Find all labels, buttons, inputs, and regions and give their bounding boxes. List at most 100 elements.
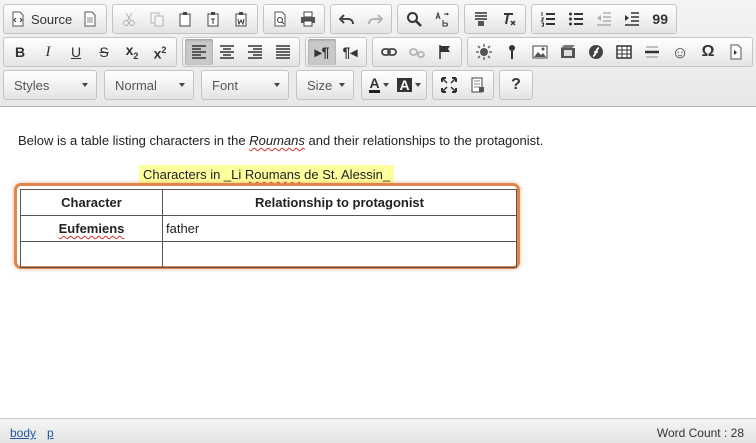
intro-text-end: and their relationships to the protagoni…	[304, 133, 544, 148]
undo-button[interactable]	[333, 6, 361, 32]
table-cell-text: Eufemiens	[58, 221, 125, 236]
show-blocks-button[interactable]	[463, 72, 491, 98]
help-icon: ?	[511, 76, 521, 93]
new-page-button[interactable]	[76, 6, 104, 32]
image-button[interactable]	[526, 39, 554, 65]
table-header-row: Character Relationship to protagonist	[20, 189, 517, 216]
justify-button[interactable]	[269, 39, 297, 65]
horizontal-rule-button[interactable]	[638, 39, 666, 65]
word-count: Word Count : 28	[656, 426, 744, 440]
characters-table[interactable]: Character Relationship to protagonist Eu…	[20, 189, 517, 268]
element-path-p[interactable]: p	[47, 426, 54, 440]
superscript-button[interactable]: x2	[146, 39, 174, 65]
italic-button[interactable]: I	[34, 39, 62, 65]
find-button[interactable]	[400, 6, 428, 32]
styles-dropdown-value: Styles	[14, 77, 50, 93]
text-direction-rtl-button[interactable]: ¶◂	[336, 39, 364, 65]
placeholder-button[interactable]	[498, 39, 526, 65]
table-cell[interactable]	[20, 241, 163, 268]
align-right-button[interactable]	[241, 39, 269, 65]
align-left-button[interactable]	[185, 39, 213, 65]
copy-button[interactable]	[143, 6, 171, 32]
smiley-button[interactable]: ☺	[666, 39, 694, 65]
indent-button[interactable]	[618, 6, 646, 32]
table-caption[interactable]: Characters in _Li Roumans de St. Alessin…	[139, 165, 395, 185]
format-dropdown[interactable]: Normal	[104, 70, 194, 100]
indent-icon	[625, 12, 640, 26]
subscript-icon: x2	[126, 43, 139, 61]
scissors-icon	[123, 12, 136, 26]
replace-icon	[435, 11, 450, 27]
toolbar-group-align	[182, 37, 300, 67]
size-dropdown-value: Size	[307, 77, 333, 93]
help-button[interactable]: ?	[502, 72, 530, 98]
clipboard-icon	[179, 12, 191, 27]
chevron-down-icon	[339, 83, 345, 87]
table-header-cell[interactable]: Character	[20, 189, 163, 216]
toolbar-row-2: B I U S x2 x2 ▸¶ ¶◂ ☺ Ω	[3, 37, 756, 67]
text-direction-ltr-button[interactable]: ▸¶	[308, 39, 336, 65]
remove-format-button[interactable]	[495, 6, 523, 32]
font-dropdown[interactable]: Font	[201, 70, 289, 100]
editor-content-area[interactable]: Below is a table listing characters in t…	[0, 108, 756, 418]
flash-object-button[interactable]	[582, 39, 610, 65]
ltr-mark: ¶	[321, 44, 330, 60]
image-icon	[532, 45, 548, 59]
chevron-down-icon	[382, 83, 389, 87]
preview-icon	[274, 11, 286, 27]
table-header-cell[interactable]: Relationship to protagonist	[162, 189, 517, 216]
align-right-icon	[248, 45, 262, 59]
strikethrough-button[interactable]: S	[90, 39, 118, 65]
quote-icon: 99	[652, 11, 668, 27]
size-dropdown[interactable]: Size	[296, 70, 354, 100]
background-color-button[interactable]: A	[394, 72, 424, 98]
editor-toolbar: Source 99 B I U S x2 x2 ▸¶ ¶◂ ☺ Ω Styles…	[0, 0, 756, 107]
numbered-list-icon	[540, 12, 556, 27]
cut-button[interactable]	[115, 6, 143, 32]
intro-paragraph[interactable]: Below is a table listing characters in t…	[18, 133, 543, 148]
replace-button[interactable]	[428, 6, 456, 32]
paste-text-icon	[207, 12, 219, 27]
printer-icon	[301, 11, 316, 27]
table-cell[interactable]: Eufemiens	[20, 215, 163, 242]
omega-icon: Ω	[701, 43, 715, 60]
anchor-button[interactable]	[431, 39, 459, 65]
paste-text-button[interactable]	[199, 6, 227, 32]
intro-text-start: Below is a table listing characters in t…	[18, 133, 250, 148]
flash-button[interactable]	[554, 39, 582, 65]
link-button[interactable]	[375, 39, 403, 65]
paste-word-button[interactable]	[227, 6, 255, 32]
blockquote-button[interactable]: 99	[646, 6, 674, 32]
page-break-button[interactable]	[722, 39, 750, 65]
show-blocks-icon	[471, 77, 484, 93]
iframe-button[interactable]	[470, 39, 498, 65]
maximize-button[interactable]	[435, 72, 463, 98]
bulleted-list-button[interactable]	[562, 6, 590, 32]
align-left-icon	[192, 45, 206, 59]
paste-button[interactable]	[171, 6, 199, 32]
outdent-icon	[597, 12, 612, 26]
print-button[interactable]	[294, 6, 322, 32]
table-button[interactable]	[610, 39, 638, 65]
undo-icon	[339, 14, 355, 25]
superscript-mark: 2	[161, 44, 167, 55]
table-cell[interactable]	[162, 241, 517, 268]
numbered-list-button[interactable]	[534, 6, 562, 32]
toolbar-group-undo	[330, 4, 393, 34]
outdent-button[interactable]	[590, 6, 618, 32]
element-path-body[interactable]: body	[10, 426, 36, 440]
text-color-button[interactable]: A	[364, 72, 394, 98]
redo-button[interactable]	[361, 6, 389, 32]
unlink-button[interactable]	[403, 39, 431, 65]
styles-dropdown[interactable]: Styles	[3, 70, 97, 100]
select-all-button[interactable]	[467, 6, 495, 32]
align-center-button[interactable]	[213, 39, 241, 65]
bold-button[interactable]: B	[6, 39, 34, 65]
subscript-button[interactable]: x2	[118, 39, 146, 65]
underline-button[interactable]: U	[62, 39, 90, 65]
table-cell[interactable]: father	[162, 215, 517, 242]
special-char-button[interactable]: Ω	[694, 39, 722, 65]
source-button[interactable]: Source	[6, 6, 76, 32]
source-label: Source	[31, 11, 73, 27]
preview-button[interactable]	[266, 6, 294, 32]
